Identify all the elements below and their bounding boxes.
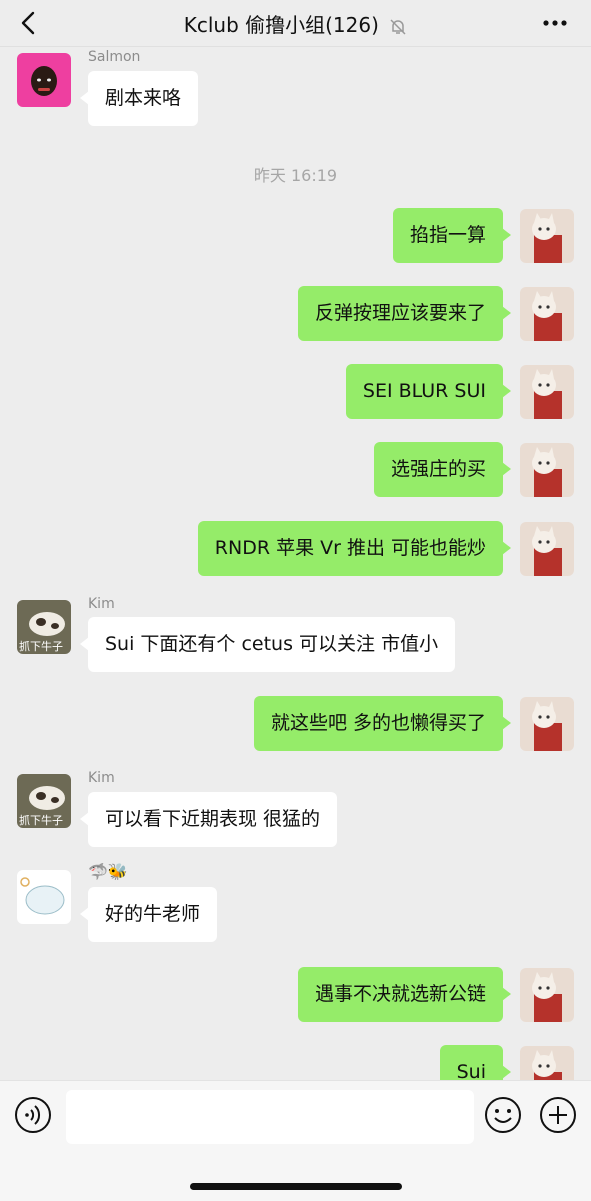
- message-bubble[interactable]: RNDR 苹果 Vr 推出 可能也能炒: [197, 521, 512, 576]
- message-bubble[interactable]: Sui 下面还有个 cetus 可以关注 市值小: [79, 617, 456, 672]
- cat-avatar-icon: [532, 972, 562, 1022]
- avatar-self[interactable]: [520, 968, 574, 1022]
- cat-avatar-icon: [532, 291, 562, 341]
- message-bubble[interactable]: 就这些吧 多的也懒得买了: [253, 696, 512, 751]
- message-bubble[interactable]: 可以看下近期表现 很猛的: [79, 792, 338, 847]
- message-bubble[interactable]: Sui: [439, 1045, 512, 1080]
- chat-messages[interactable]: Salmon 剧本来咯 昨天 16:19 掐指一算 反弹按理应该要来了 SEI …: [0, 46, 591, 1080]
- message-bubble[interactable]: 反弹按理应该要来了: [297, 286, 512, 341]
- message-bubble[interactable]: 选强庄的买: [373, 442, 512, 497]
- cat-avatar-icon: [532, 369, 562, 419]
- avatar-kim[interactable]: 抓下牛子: [17, 600, 71, 654]
- sender-name: Kim: [88, 770, 115, 786]
- avatar-self[interactable]: [520, 209, 574, 263]
- avatar-self[interactable]: [520, 365, 574, 419]
- cat-avatar-icon: [532, 213, 562, 263]
- sender-name: Salmon: [88, 49, 141, 65]
- ellipsis-icon[interactable]: [541, 14, 569, 32]
- avatar-self[interactable]: [520, 697, 574, 751]
- cat-avatar-icon: [532, 701, 562, 751]
- chat-title: Kclub 偷撸小组(126): [183, 13, 379, 37]
- emoji-icon[interactable]: [484, 1096, 522, 1134]
- avatar-shark-bee[interactable]: [17, 870, 71, 924]
- avatar-salmon[interactable]: [17, 53, 71, 107]
- plus-icon[interactable]: [539, 1096, 577, 1134]
- message-bubble[interactable]: 掐指一算: [392, 208, 512, 263]
- avatar-caption: 抓下牛子: [19, 814, 63, 827]
- message-bubble[interactable]: 剧本来咯: [79, 71, 199, 126]
- bell-muted-icon: [390, 18, 406, 35]
- cat-avatar-icon: [532, 526, 562, 576]
- home-indicator: [190, 1183, 402, 1190]
- message-bubble[interactable]: 好的牛老师: [79, 887, 218, 942]
- message-bubble[interactable]: 遇事不决就选新公链: [297, 967, 512, 1022]
- blob-avatar-icon: [20, 877, 65, 915]
- input-bar: [0, 1080, 591, 1201]
- sender-name: 🦈🐝: [88, 862, 128, 881]
- avatar-kim[interactable]: 抓下牛子: [17, 774, 71, 828]
- message-bubble[interactable]: SEI BLUR SUI: [345, 364, 512, 419]
- person-face-icon: [31, 66, 57, 96]
- chat-header: Kclub 偷撸小组(126): [0, 0, 591, 47]
- voice-icon[interactable]: [14, 1096, 52, 1134]
- cat-avatar-icon: [532, 447, 562, 497]
- sender-name: Kim: [88, 596, 115, 612]
- avatar-self[interactable]: [520, 287, 574, 341]
- chat-title-wrap: Kclub 偷撸小组(126): [0, 9, 591, 38]
- avatar-self[interactable]: [520, 1046, 574, 1080]
- avatar-caption: 抓下牛子: [19, 640, 63, 653]
- avatar-self[interactable]: [520, 522, 574, 576]
- avatar-self[interactable]: [520, 443, 574, 497]
- message-input[interactable]: [66, 1090, 474, 1144]
- cat-avatar-icon: [532, 1050, 562, 1080]
- timestamp: 昨天 16:19: [253, 166, 338, 185]
